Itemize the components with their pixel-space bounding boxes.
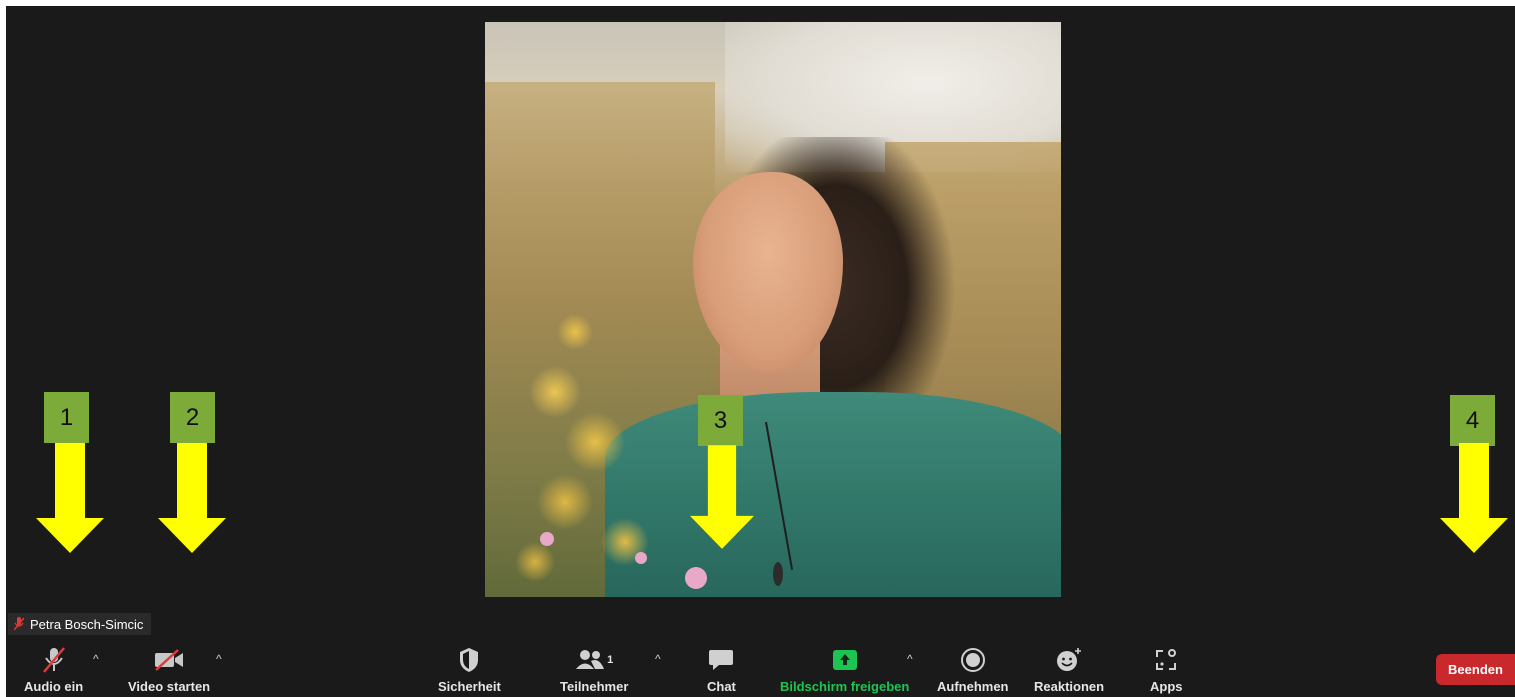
marker-4-arrow xyxy=(1440,443,1508,553)
chat-label: Chat xyxy=(707,679,736,694)
participant-name-tag: Petra Bosch-Simcic xyxy=(8,613,152,635)
apps-icon xyxy=(1156,649,1177,670)
audio-button[interactable]: Audio ein xyxy=(24,645,83,694)
share-options-caret-icon[interactable]: ^ xyxy=(907,652,913,666)
pink-flower xyxy=(540,532,554,546)
chat-button[interactable]: Chat xyxy=(707,645,736,694)
marker-3-label: 3 xyxy=(698,395,743,446)
marker-1-arrow xyxy=(36,443,104,553)
participants-icon xyxy=(576,650,605,669)
record-icon xyxy=(960,648,985,672)
pink-flower xyxy=(685,567,707,589)
chat-bubble-icon xyxy=(709,650,734,670)
participant-video-tile xyxy=(485,22,1061,597)
participant-name: Petra Bosch-Simcic xyxy=(30,616,144,632)
muted-microphone-icon xyxy=(42,647,65,673)
audio-options-caret-icon[interactable]: ^ xyxy=(93,652,99,666)
reactions-label: Reaktionen xyxy=(1034,679,1105,694)
apps-button[interactable]: Apps xyxy=(1150,645,1183,694)
video-off-icon xyxy=(155,649,184,671)
end-meeting-button[interactable]: Beenden xyxy=(1436,654,1515,685)
participants-button[interactable]: 1 Teilnehmer xyxy=(560,645,628,694)
record-label: Aufnehmen xyxy=(937,679,1009,694)
share-screen-icon xyxy=(832,650,857,670)
share-screen-button[interactable]: Bildschirm freigeben xyxy=(780,645,909,694)
participants-options-caret-icon[interactable]: ^ xyxy=(655,652,661,666)
audio-label: Audio ein xyxy=(24,679,84,694)
participants-label: Teilnehmer xyxy=(560,679,629,694)
muted-mic-icon xyxy=(14,617,24,631)
security-label: Sicherheit xyxy=(438,679,501,694)
apps-label: Apps xyxy=(1150,679,1183,694)
reaction-smiley-icon xyxy=(1057,648,1082,671)
share-screen-label: Bildschirm freigeben xyxy=(780,679,910,694)
marker-3-arrow xyxy=(690,445,754,549)
marker-2-label: 2 xyxy=(170,392,215,443)
marker-1-label: 1 xyxy=(44,392,89,443)
reactions-button[interactable]: Reaktionen xyxy=(1034,645,1104,694)
necklace-pendant xyxy=(773,562,783,586)
marker-4-label: 4 xyxy=(1450,395,1495,446)
video-options-caret-icon[interactable]: ^ xyxy=(216,652,222,666)
participants-count: 1 xyxy=(607,654,614,666)
security-button[interactable]: Sicherheit xyxy=(438,645,501,694)
marker-2-arrow xyxy=(158,443,226,553)
shield-icon xyxy=(460,648,479,672)
yellow-flowers xyxy=(495,292,695,597)
pink-flower xyxy=(635,552,647,564)
record-button[interactable]: Aufnehmen xyxy=(937,645,1009,694)
video-label: Video starten xyxy=(128,679,211,694)
video-button[interactable]: Video starten xyxy=(128,645,210,694)
